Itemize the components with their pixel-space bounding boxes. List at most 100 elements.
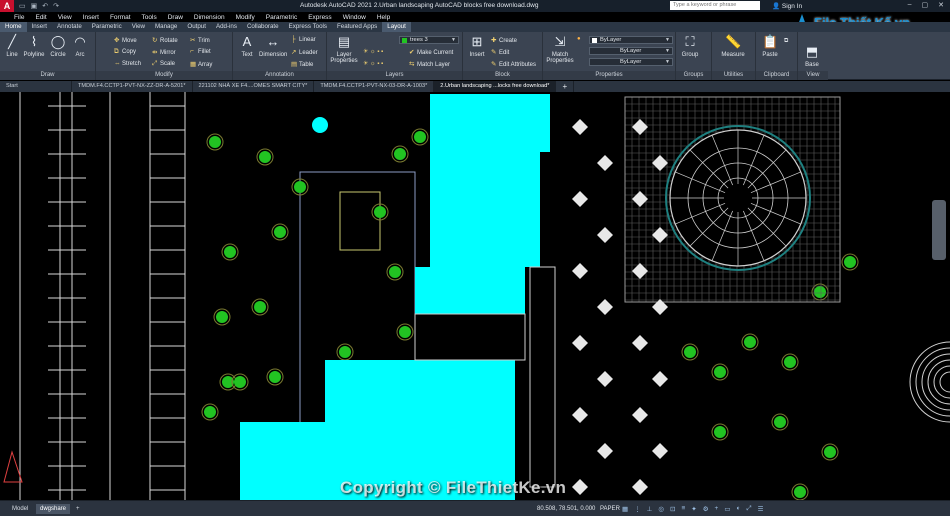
dimension-button[interactable]: ↔ Dimension — [259, 34, 287, 58]
customize-menu-icon[interactable]: ☰ — [758, 505, 764, 513]
panel-draw-label[interactable]: Draw — [0, 71, 95, 80]
measure-button[interactable]: 📏 Measure — [716, 34, 750, 58]
layer-properties-button[interactable]: ▤ Layer Properties — [329, 34, 359, 64]
tab-insert[interactable]: Insert — [27, 22, 52, 32]
tab-annotate[interactable]: Annotate — [52, 22, 87, 32]
color-dropdown[interactable]: ByLayer ▼ — [589, 36, 673, 44]
polar-icon[interactable]: ◎ — [658, 505, 664, 513]
file-tab-3[interactable]: TMDM.F4.CCTP1-PVT-NX-03-DR-A-1003* — [314, 81, 435, 92]
layer-state-icons[interactable]: ☀ ☼ ▪ ▪ — [363, 48, 383, 55]
menu-parametric[interactable]: Parametric — [266, 14, 297, 21]
match-properties-button[interactable]: ⇲ Match Properties — [545, 34, 575, 64]
panel-layers-label[interactable]: Layers — [327, 71, 462, 80]
layer-tool-icons[interactable]: ☀ ☼ ▪ ▪ — [363, 60, 383, 67]
trim-button[interactable]: ✂ Trim — [190, 36, 210, 44]
layout-tab-model[interactable]: Model — [8, 504, 32, 514]
fillet-button[interactable]: ⌐ Fillet — [190, 48, 211, 55]
search-input[interactable] — [670, 1, 760, 10]
menu-modify[interactable]: Modify — [236, 14, 255, 21]
match-layer-button[interactable]: ⇆ Match Layer — [409, 60, 450, 68]
menu-format[interactable]: Format — [110, 14, 131, 21]
leader-button[interactable]: ↗ Leader — [291, 48, 318, 56]
menu-express[interactable]: Express — [308, 14, 331, 21]
navigation-bar[interactable] — [932, 200, 946, 260]
menu-file[interactable]: File — [14, 14, 24, 21]
tab-express-tools[interactable]: Express Tools — [284, 22, 332, 32]
close-icon[interactable]: ✕ — [938, 1, 944, 9]
maximize-icon[interactable]: ▢ — [922, 1, 929, 9]
snap-icon[interactable]: ⋮ — [634, 505, 641, 513]
rotate-button[interactable]: ↻ Rotate — [152, 36, 178, 44]
new-tab-plus-icon[interactable]: + — [556, 81, 575, 92]
arc-button[interactable]: ◠ Arc — [68, 34, 92, 58]
units-icon[interactable]: ▭ — [724, 505, 730, 513]
menu-help[interactable]: Help — [377, 14, 390, 21]
copy-button[interactable]: ⧉ Copy — [114, 48, 136, 56]
panel-groups-label[interactable]: Groups — [676, 71, 711, 80]
tab-featured-apps[interactable]: Featured Apps — [332, 22, 382, 32]
file-tab-start[interactable]: Start — [0, 81, 72, 92]
stretch-button[interactable]: ⇔ Stretch — [114, 60, 141, 67]
menu-dimension[interactable]: Dimension — [194, 14, 225, 21]
panel-modify-label[interactable]: Modify — [96, 71, 232, 80]
linear-button[interactable]: ├ Linear — [291, 36, 316, 43]
copy-clip-icon[interactable]: ⧉ — [784, 38, 788, 45]
panel-clipboard-label[interactable]: Clipboard — [756, 71, 797, 80]
polyline-button[interactable]: ⌇ Polyline — [22, 34, 46, 58]
tab-manage[interactable]: Manage — [150, 22, 182, 32]
edit-attributes-button[interactable]: ✎ Edit Attributes — [491, 60, 536, 68]
tab-collaborate[interactable]: Collaborate — [242, 22, 284, 32]
tab-home[interactable]: Home — [0, 22, 27, 32]
plus-icon[interactable]: + — [715, 505, 719, 513]
mirror-button[interactable]: ⇹ Mirror — [152, 48, 176, 56]
make-current-button[interactable]: ✔ Make Current — [409, 48, 453, 56]
lineweight-dropdown[interactable]: ByLayer ▼ — [589, 58, 673, 66]
text-button[interactable]: A Text — [235, 34, 259, 58]
panel-properties-label[interactable]: Properties — [543, 71, 675, 80]
redo-icon[interactable]: ↷ — [53, 2, 59, 10]
move-button[interactable]: ✥ Move — [114, 36, 137, 44]
menu-insert[interactable]: Insert — [83, 14, 99, 21]
scale-button[interactable]: ⤢ Scale — [152, 60, 175, 68]
fullscreen-icon[interactable]: ⤢ — [746, 505, 751, 513]
panel-block-label[interactable]: Block — [463, 71, 542, 80]
file-tab-active[interactable]: 2.Urban landscaping ...locks free downlo… — [434, 81, 557, 92]
circle-button[interactable]: ◯ Circle — [46, 34, 70, 58]
table-button[interactable]: ▤ Table — [291, 60, 313, 68]
edit-block-button[interactable]: ✎ Edit — [491, 48, 509, 56]
drawing-canvas[interactable]: Copyright © FileThietKe.vn — [0, 92, 950, 500]
file-tab-1[interactable]: TMDM.F4.CCTP1-PVT-NX-ZZ-DR-A-5201* — [72, 81, 193, 92]
linetype-dropdown[interactable]: ByLayer ▼ — [589, 47, 673, 55]
osnap-icon[interactable]: ⊡ — [670, 505, 675, 513]
base-button[interactable]: ⬒ Base — [800, 44, 824, 68]
sign-in-link[interactable]: 👤 Sign In — [772, 2, 802, 10]
layer-dropdown[interactable]: trees 3 ▼ — [399, 36, 459, 44]
tab-output[interactable]: Output — [182, 22, 211, 32]
panel-view-label[interactable]: View — [798, 71, 828, 80]
open-icon[interactable]: ▭ — [19, 2, 26, 10]
ortho-icon[interactable]: ⊥ — [647, 505, 653, 513]
grid-icon[interactable]: ▦ — [622, 505, 628, 513]
minimize-icon[interactable]: – — [908, 1, 912, 9]
tab-parametric[interactable]: Parametric — [87, 22, 127, 32]
menu-edit[interactable]: Edit — [35, 14, 46, 21]
add-layout-plus-icon[interactable]: + — [72, 504, 84, 514]
lineweight-icon[interactable]: ≡ — [681, 505, 685, 513]
menu-draw[interactable]: Draw — [168, 14, 183, 21]
menu-tools[interactable]: Tools — [142, 14, 157, 21]
tab-layout[interactable]: Layout — [382, 22, 411, 32]
cad-drawing[interactable] — [0, 92, 950, 500]
undo-icon[interactable]: ↶ — [42, 2, 48, 10]
group-button[interactable]: ⛶ Group — [678, 34, 702, 58]
tab-add-ins[interactable]: Add-ins — [211, 22, 242, 32]
create-block-button[interactable]: ✚ Create — [491, 36, 517, 44]
insert-button[interactable]: ⊞ Insert — [465, 34, 489, 58]
array-button[interactable]: ▦ Array — [190, 60, 212, 68]
panel-utilities-label[interactable]: Utilities — [712, 71, 755, 80]
tab-view[interactable]: View — [127, 22, 150, 32]
save-icon[interactable]: ▣ — [31, 2, 38, 10]
menu-view[interactable]: View — [58, 14, 72, 21]
isolate-icon[interactable]: ◐ — [736, 505, 740, 513]
paste-button[interactable]: 📋 Paste — [758, 34, 782, 58]
line-button[interactable]: ╱ Line — [0, 34, 24, 58]
